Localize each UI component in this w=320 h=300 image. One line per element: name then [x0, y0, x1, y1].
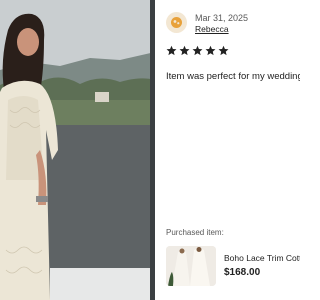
product-price: $168.00: [224, 267, 261, 278]
star-icon: [166, 45, 177, 56]
product-thumbnail[interactable]: [166, 246, 216, 286]
customer-photo-image: [0, 0, 155, 300]
star-rating: [166, 45, 229, 56]
review-date: Mar 31, 2025: [195, 13, 249, 23]
star-icon: [192, 45, 203, 56]
reviewer-avatar[interactable]: [166, 12, 187, 33]
product-image: [166, 246, 216, 286]
purchased-item-label: Purchased item:: [166, 228, 224, 237]
review-text: Item was perfect for my wedding: [166, 71, 300, 82]
avatar-icon: [171, 17, 182, 28]
product-title-link[interactable]: Boho Lace Trim Cotton Dress: [224, 253, 300, 263]
star-icon: [218, 45, 229, 56]
star-icon: [205, 45, 216, 56]
review-panel: Mar 31, 2025 Rebecca Item was perfect fo…: [155, 0, 300, 300]
reviewer-name-link[interactable]: Rebecca: [195, 24, 229, 34]
customer-photo[interactable]: [0, 0, 155, 300]
star-icon: [179, 45, 190, 56]
